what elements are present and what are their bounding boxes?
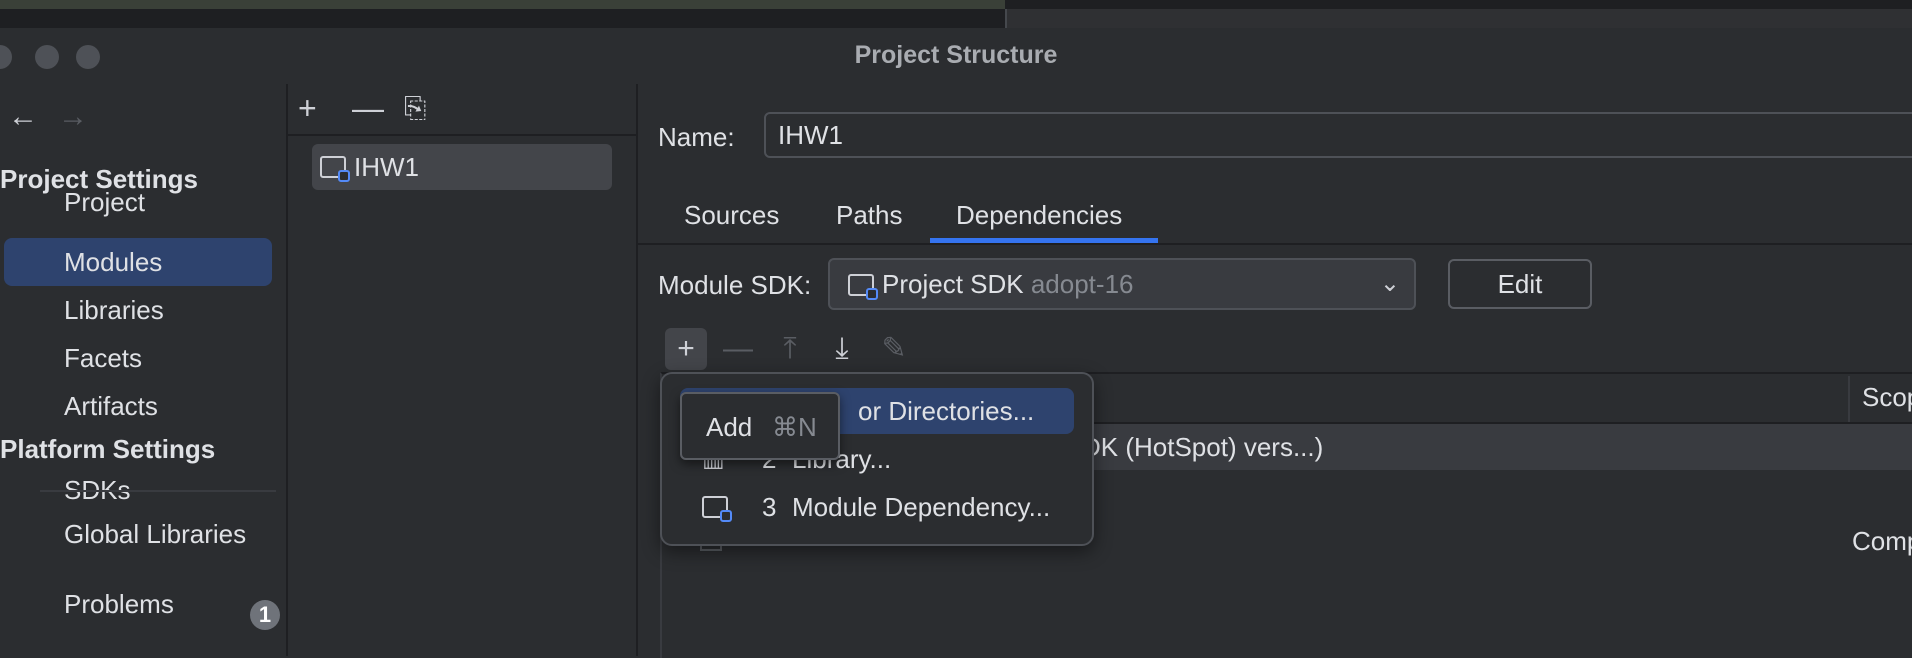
edit-dependency-icon[interactable]: ✎ <box>873 328 915 370</box>
problems-count-badge: 1 <box>250 600 280 630</box>
module-folder-icon <box>702 496 732 522</box>
sidebar-item-facets[interactable]: Facets <box>4 334 272 382</box>
popup-item-number: 3 <box>762 492 777 522</box>
tab-dependencies[interactable]: Dependencies <box>956 200 1122 231</box>
add-dependency-icon[interactable]: + <box>665 328 707 370</box>
top-strip-right <box>1005 9 1912 28</box>
scope-column-header[interactable]: Scop <box>1862 382 1912 413</box>
remove-dependency-icon[interactable]: — <box>717 328 759 370</box>
scope-value[interactable]: Comp <box>1852 526 1912 557</box>
name-label: Name: <box>658 122 735 152</box>
tab-sources[interactable]: Sources <box>684 200 779 231</box>
popup-item-module-dependency[interactable]: 3 Module Dependency... <box>680 484 1074 530</box>
sidebar-item-modules[interactable]: Modules <box>4 238 272 286</box>
dependencies-toolbar: + — ⤒ ⤓ ✎ <box>660 324 1912 372</box>
scope-column-separator <box>1848 376 1850 422</box>
tooltip-label: Add <box>706 412 753 442</box>
platform-settings-header: Platform Settings <box>0 434 216 464</box>
module-sdk-dropdown[interactable]: Project SDK adopt-16 ⌄ <box>828 258 1416 310</box>
add-tooltip: Add ⌘N <box>680 392 840 460</box>
popup-item-label: or Directories... <box>858 396 1035 426</box>
module-sdk-label: Module SDK: <box>658 270 812 300</box>
window-title: Project Structure <box>854 41 1058 69</box>
tooltip-shortcut: ⌘N <box>772 412 817 442</box>
add-module-icon[interactable]: + <box>298 92 317 124</box>
sdk-folder-icon <box>848 274 878 300</box>
move-down-icon[interactable]: ⤓ <box>821 328 863 370</box>
sidebar-item-project[interactable]: Project <box>4 178 272 226</box>
tab-paths[interactable]: Paths <box>836 200 903 231</box>
sidebar: ← → Project Settings Project Modules Lib… <box>0 84 288 656</box>
sdk-value: Project SDK adopt-16 <box>882 269 1134 300</box>
chevron-down-icon: ⌄ <box>1379 270 1400 297</box>
module-list-item[interactable]: IHW1 <box>312 144 612 190</box>
sidebar-divider <box>40 490 276 492</box>
edit-sdk-button[interactable]: Edit <box>1448 259 1592 309</box>
top-strip-left <box>0 0 1005 9</box>
forward-arrow-icon[interactable]: → <box>58 102 88 132</box>
sidebar-item-global-libraries[interactable]: Global Libraries <box>4 510 272 558</box>
sidebar-item-artifacts[interactable]: Artifacts <box>4 382 272 430</box>
tabs-divider <box>638 243 1912 245</box>
remove-module-icon[interactable]: — <box>352 92 384 124</box>
sidebar-item-problems[interactable]: Problems <box>4 580 272 628</box>
sdk-value-detail: adopt-16 <box>1030 269 1134 299</box>
sdk-value-name: Project SDK <box>882 269 1024 299</box>
module-folder-icon <box>320 156 350 182</box>
sidebar-item-libraries[interactable]: Libraries <box>4 286 272 334</box>
top-strip <box>0 0 1912 28</box>
jdk-row-label: DK (HotSpot) vers...) <box>1082 432 1324 462</box>
copy-module-icon[interactable]: ⎘ <box>404 94 426 122</box>
module-list-item-label: IHW1 <box>354 152 419 182</box>
module-toolbar-divider <box>288 134 636 136</box>
move-up-icon[interactable]: ⤒ <box>769 328 811 370</box>
title-bar: Project Structure <box>0 28 1912 84</box>
back-arrow-icon[interactable]: ← <box>8 102 38 132</box>
module-name-input[interactable]: IHW1 <box>764 112 1912 158</box>
popup-item-label: Module Dependency... <box>792 492 1051 522</box>
